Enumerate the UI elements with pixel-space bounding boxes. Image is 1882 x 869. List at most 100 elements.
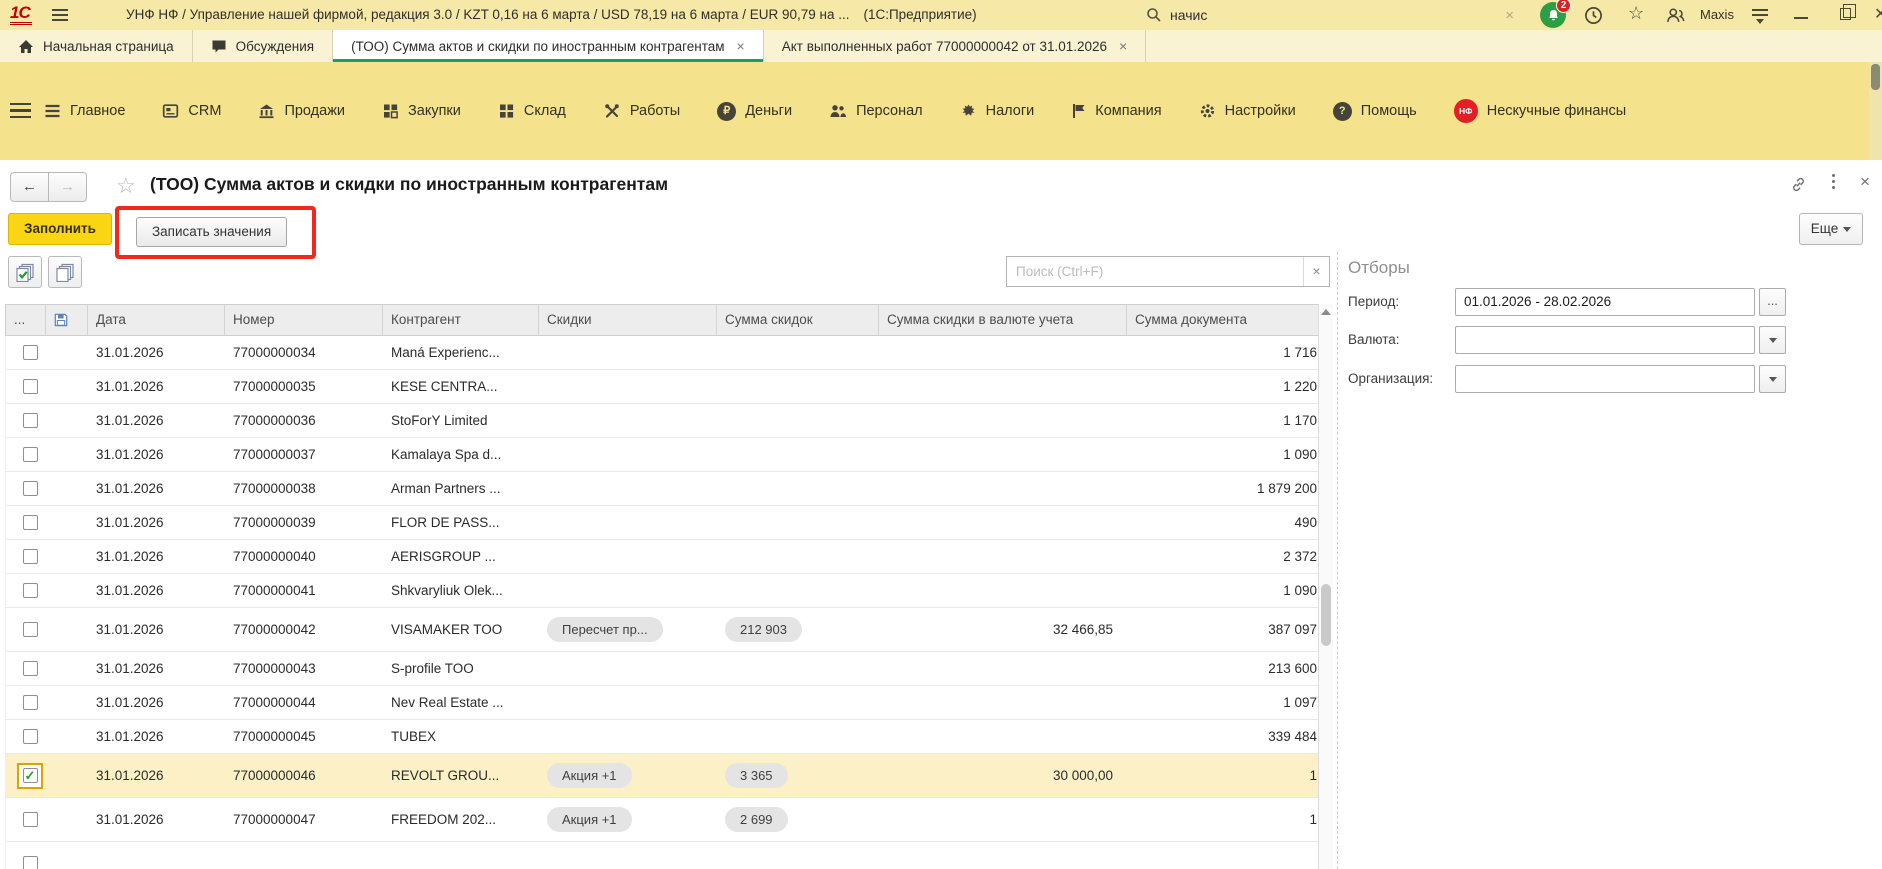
- window-minimize-button[interactable]: [1794, 17, 1808, 19]
- favorite-star-icon[interactable]: ☆: [116, 173, 136, 199]
- row-checkbox[interactable]: [23, 812, 38, 827]
- section-sklad[interactable]: Склад: [498, 103, 566, 119]
- form-menu-kebab-icon[interactable]: [1832, 174, 1835, 189]
- history-icon[interactable]: [1584, 6, 1603, 25]
- get-link-icon[interactable]: [1790, 176, 1807, 193]
- row-checkbox[interactable]: [23, 447, 38, 462]
- nav-back-button[interactable]: ←: [10, 172, 49, 202]
- section-dengi[interactable]: ₽Деньги: [717, 102, 792, 121]
- column-number[interactable]: Номер: [225, 305, 383, 335]
- set-flags-button[interactable]: [8, 256, 42, 288]
- column-sum-in-currency[interactable]: Сумма скидки в валюте учета: [879, 305, 1127, 335]
- row-sum-in-currency: [879, 540, 1127, 573]
- section-zakupki[interactable]: Закупки: [382, 103, 461, 119]
- table-scrollbar[interactable]: [1318, 304, 1333, 869]
- table-row[interactable]: 31.01.202677000000045TUBEX339 484: [6, 720, 1318, 754]
- organization-input[interactable]: [1455, 365, 1755, 393]
- tab-act-77000000042[interactable]: Акт выполненных работ 77000000042 от 31.…: [764, 30, 1146, 62]
- row-checkbox[interactable]: [23, 481, 38, 496]
- row-document-sum: 1 090: [1127, 574, 1318, 607]
- section-crm[interactable]: CRM: [162, 103, 221, 119]
- section-kompaniya[interactable]: Компания: [1071, 103, 1161, 119]
- fill-button[interactable]: Заполнить: [8, 213, 112, 245]
- current-user-name[interactable]: Maxis: [1700, 0, 1734, 30]
- section-nf[interactable]: НФНескучные финансы: [1454, 99, 1626, 123]
- list-search-input[interactable]: Поиск (Ctrl+F) ×: [1006, 256, 1330, 287]
- tab-acts-discounts[interactable]: (ТОО) Сумма актов и скидки по иностранны…: [333, 30, 764, 62]
- column-document-sum[interactable]: Сумма документа: [1127, 305, 1319, 335]
- column-select[interactable]: ...: [6, 305, 46, 335]
- column-discount-sum[interactable]: Сумма скидок: [717, 305, 879, 335]
- window-close-button[interactable]: ✕: [1874, 4, 1882, 24]
- notifications-bell-icon[interactable]: 2: [1540, 2, 1566, 28]
- tab-discussions[interactable]: Обсуждения: [193, 30, 333, 62]
- row-checkbox[interactable]: [23, 379, 38, 394]
- table-row[interactable]: 31.01.202677000000040AERISGROUP ...2 372: [6, 540, 1318, 574]
- period-picker-button[interactable]: ...: [1759, 288, 1786, 316]
- check-all-icon: [16, 263, 35, 282]
- search-clear-icon[interactable]: ×: [1499, 7, 1520, 24]
- main-menu-icon[interactable]: [52, 9, 68, 21]
- users-icon[interactable]: [1666, 6, 1686, 25]
- discount-sum-badge: 212 903: [725, 617, 802, 642]
- functions-menu-icon[interactable]: [10, 103, 31, 118]
- section-nastroyki[interactable]: Настройки: [1199, 103, 1296, 119]
- period-input[interactable]: 01.01.2026 - 28.02.2026: [1455, 288, 1755, 316]
- table-row[interactable]: 31.01.202677000000035KESE CENTRA...1 220: [6, 370, 1318, 404]
- currency-dropdown-button[interactable]: [1759, 326, 1786, 354]
- tab-close-icon[interactable]: ×: [737, 38, 745, 54]
- column-contractor[interactable]: Контрагент: [383, 305, 539, 335]
- row-checkbox[interactable]: [23, 345, 38, 360]
- row-checkbox[interactable]: [23, 413, 38, 428]
- window-restore-button[interactable]: [1840, 8, 1851, 20]
- nav-forward-button[interactable]: →: [48, 172, 87, 202]
- table-row[interactable]: 31.01.202677000000041Shkvaryliuk Olek...…: [6, 574, 1318, 608]
- row-checkbox[interactable]: [23, 695, 38, 710]
- table-row[interactable]: 31.01.202677000000047FREEDOM 202...Акция…: [6, 798, 1318, 842]
- scrollbar-thumb[interactable]: [1321, 584, 1331, 646]
- service-menu-icon[interactable]: [1752, 9, 1768, 24]
- scroll-up-icon[interactable]: [1321, 309, 1331, 315]
- row-checkbox[interactable]: [23, 515, 38, 530]
- write-values-button[interactable]: Записать значения: [136, 217, 287, 247]
- column-save[interactable]: [46, 305, 88, 335]
- clear-flags-button[interactable]: [48, 256, 82, 288]
- form-close-icon[interactable]: ×: [1860, 172, 1870, 192]
- section-prodazhi[interactable]: Продажи: [258, 103, 345, 119]
- favorites-star-icon[interactable]: ☆: [1628, 3, 1644, 24]
- organization-dropdown-button[interactable]: [1759, 365, 1786, 393]
- column-discounts[interactable]: Скидки: [539, 305, 717, 335]
- table-row[interactable]: 31.01.202677000000044Nev Real Estate ...…: [6, 686, 1318, 720]
- section-personal[interactable]: Персонал: [829, 103, 923, 119]
- column-date[interactable]: Дата: [88, 305, 225, 335]
- table-row[interactable]: ✓31.01.202677000000046REVOLT GROU...Акци…: [6, 754, 1318, 798]
- more-button[interactable]: Еще: [1799, 213, 1863, 245]
- table-row[interactable]: 31.01.202677000000039FLOR DE PASS...490: [6, 506, 1318, 540]
- section-nalogi[interactable]: Налоги: [960, 103, 1035, 119]
- section-pomosch[interactable]: ?Помощь: [1333, 102, 1417, 121]
- row-checkbox[interactable]: [23, 661, 38, 676]
- search-clear-icon[interactable]: ×: [1303, 257, 1329, 286]
- table-row[interactable]: 31.01.202677000000037Kamalaya Spa d...1 …: [6, 438, 1318, 472]
- section-glavnoe[interactable]: Главное: [44, 103, 125, 119]
- currency-input[interactable]: [1455, 326, 1755, 354]
- row-checkbox[interactable]: [23, 549, 38, 564]
- table-row[interactable]: 31.01.202677000000038Arman Partners ...1…: [6, 472, 1318, 506]
- table-row[interactable]: [6, 842, 1318, 869]
- table-row[interactable]: 31.01.202677000000042VISAMAKER TOOПересч…: [6, 608, 1318, 652]
- ribbon-scrollbar[interactable]: [1869, 62, 1882, 160]
- table-row[interactable]: 31.01.202677000000034Maná Experienc...1 …: [6, 336, 1318, 370]
- global-search-input[interactable]: начис ×: [1146, 2, 1520, 28]
- row-checkbox[interactable]: [23, 622, 38, 637]
- tab-close-icon[interactable]: ×: [1119, 38, 1127, 54]
- row-checkbox[interactable]: [23, 729, 38, 744]
- copy-pages-icon: [56, 263, 75, 282]
- section-raboty[interactable]: Работы: [603, 103, 680, 119]
- row-checkbox[interactable]: [23, 856, 38, 869]
- row-discount-sum: 3 365: [717, 754, 879, 797]
- row-checkbox[interactable]: [23, 583, 38, 598]
- tab-home[interactable]: Начальная страница: [0, 30, 193, 62]
- table-row[interactable]: 31.01.202677000000043S-profile TOO213 60…: [6, 652, 1318, 686]
- row-checkbox[interactable]: ✓: [23, 768, 38, 783]
- table-row[interactable]: 31.01.202677000000036StoForY Limited1 17…: [6, 404, 1318, 438]
